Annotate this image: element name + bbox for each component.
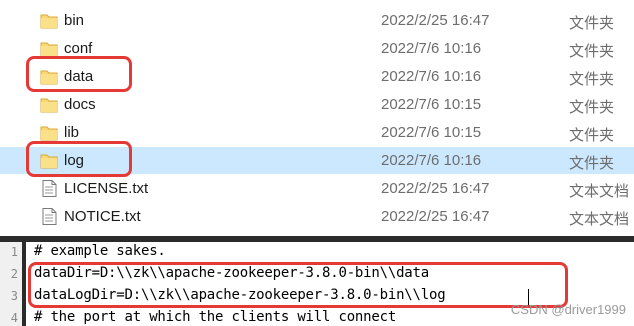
file-type: 文件夹 [569, 99, 615, 116]
file-explorer: bin 2022/2/25 16:47 文件夹 conf 2022/7/6 10:16 文… [0, 0, 634, 236]
folder-icon [40, 96, 58, 113]
file-name: NOTICE.txt [64, 208, 141, 225]
text-file-icon [40, 180, 58, 197]
file-row[interactable]: bin 2022/2/25 16:47 文件夹 [0, 7, 634, 34]
folder-icon [40, 40, 58, 57]
code-line-datalogdir: dataLogDir=D:\\zk\\apache-zookeeper-3.8.… [34, 287, 446, 303]
file-name: bin [64, 12, 85, 29]
file-type: 文件夹 [569, 71, 615, 88]
file-type: 文本文档 [569, 211, 630, 228]
code-line-datadir: dataDir=D:\\zk\\apache-zookeeper-3.8.0-b… [34, 265, 429, 281]
code-line: # example sakes. [34, 243, 166, 259]
folder-icon [40, 68, 58, 85]
file-type: 文件夹 [569, 43, 615, 60]
file-row[interactable]: NOTICE.txt 2022/2/25 16:47 文本文档 [0, 203, 634, 230]
line-number: 3 [10, 289, 18, 303]
file-modified-date: 2022/2/25 16:47 [381, 180, 490, 197]
file-modified-date: 2022/2/25 16:47 [381, 208, 490, 225]
text-file-icon [40, 208, 58, 225]
file-type: 文件夹 [569, 127, 615, 144]
file-name: LICENSE.txt [64, 180, 149, 197]
file-name: conf [64, 40, 93, 57]
file-modified-date: 2022/7/6 10:15 [381, 124, 482, 141]
line-number: 1 [10, 245, 18, 259]
config-editor: 1 2 3 4 # example sakes. dataDir=D:\\zk\… [0, 236, 634, 326]
folder-icon [40, 152, 58, 169]
file-row[interactable]: log 2022/7/6 10:16 文件夹 [0, 147, 634, 174]
file-modified-date: 2022/7/6 10:15 [381, 96, 482, 113]
line-number-gutter: 1 2 3 4 [0, 242, 22, 326]
line-number: 4 [10, 311, 18, 325]
code-line: # the port at which the clients will con… [34, 309, 397, 325]
file-modified-date: 2022/2/25 16:47 [381, 12, 490, 29]
file-row[interactable]: LICENSE.txt 2022/2/25 16:47 文本文档 [0, 175, 634, 202]
file-name: log [64, 152, 85, 169]
file-modified-date: 2022/7/6 10:16 [381, 40, 482, 57]
line-number: 2 [10, 267, 18, 281]
file-name: data [64, 68, 94, 85]
file-type: 文件夹 [569, 155, 615, 172]
file-modified-date: 2022/7/6 10:16 [381, 152, 482, 169]
file-type: 文件夹 [569, 15, 615, 32]
file-row[interactable]: docs 2022/7/6 10:15 文件夹 [0, 91, 634, 118]
folder-icon [40, 12, 58, 29]
file-row[interactable]: conf 2022/7/6 10:16 文件夹 [0, 35, 634, 62]
file-name: docs [64, 96, 96, 113]
file-modified-date: 2022/7/6 10:16 [381, 68, 482, 85]
file-row[interactable]: lib 2022/7/6 10:15 文件夹 [0, 119, 634, 146]
folder-icon [40, 124, 58, 141]
file-name: lib [64, 124, 80, 141]
file-row[interactable]: data 2022/7/6 10:16 文件夹 [0, 63, 634, 90]
file-type: 文本文档 [569, 183, 630, 200]
watermark: CSDN @driver1999 [510, 302, 626, 317]
